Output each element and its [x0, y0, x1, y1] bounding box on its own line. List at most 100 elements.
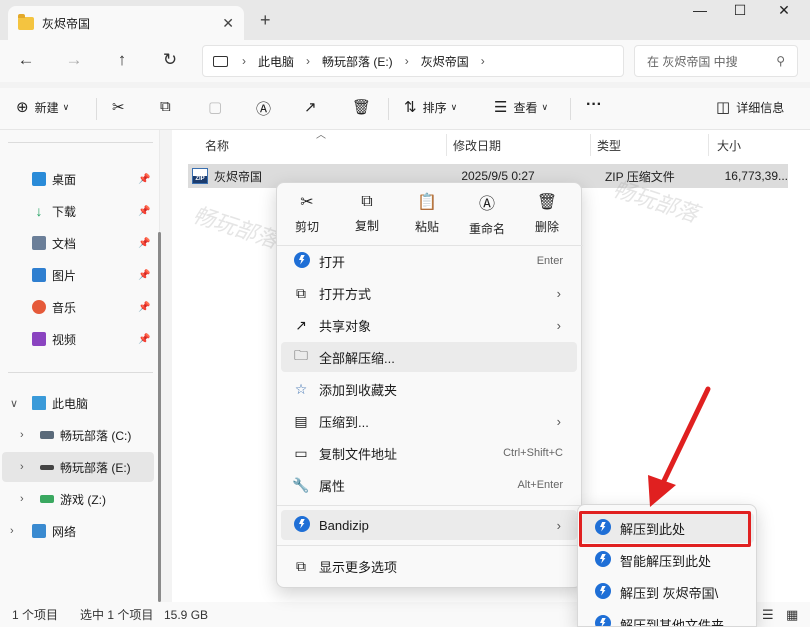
sidebar-item-drive-c[interactable]: › 畅玩部落 (C:): [0, 420, 158, 450]
forward-arrow-icon[interactable]: →: [62, 50, 86, 70]
menu-item-label: Bandizip: [319, 517, 369, 533]
clipboard-icon: 📋: [417, 193, 437, 211]
tab-close-button[interactable]: ✕: [222, 15, 234, 32]
chevron-right-icon[interactable]: ›: [20, 493, 24, 505]
pin-icon[interactable]: 📌: [138, 302, 150, 313]
sidebar-item-drive-z[interactable]: › 游戏 (Z:): [0, 484, 158, 514]
chevron-right-icon[interactable]: ›: [20, 429, 24, 441]
pin-icon[interactable]: 📌: [138, 270, 150, 281]
sidebar-item-desktop[interactable]: 桌面 📌: [0, 164, 158, 194]
details-pane-button[interactable]: ◫ 详细信息: [716, 98, 784, 116]
refresh-icon[interactable]: ↻: [158, 50, 182, 70]
menu-item-label: 复制文件地址: [319, 446, 398, 462]
pin-icon[interactable]: 📌: [138, 334, 150, 345]
cut-button[interactable]: ✂: [112, 98, 131, 116]
sidebar-item-videos[interactable]: 视频 📌: [0, 324, 158, 354]
breadcrumb-drive-e[interactable]: 畅玩部落 (E:): [322, 53, 393, 70]
menu-item-add-favorites[interactable]: ☆ 添加到收藏夹: [281, 374, 577, 404]
maximize-button[interactable]: ☐: [720, 2, 760, 19]
chevron-down-icon: ∨: [450, 101, 458, 112]
video-icon: [32, 332, 46, 346]
list-view-icon[interactable]: ☰: [762, 607, 774, 623]
watermark-text: 畅玩部落: [189, 202, 281, 254]
sidebar-item-downloads[interactable]: ↓ 下载 📌: [0, 196, 158, 226]
sort-button[interactable]: ⇅ 排序 ∨: [404, 98, 457, 116]
tab-active[interactable]: 灰烬帝国 ✕: [8, 6, 244, 40]
menu-item-more-options[interactable]: ⧉ 显示更多选项: [281, 551, 577, 581]
sidebar-item-drive-e[interactable]: › 畅玩部落 (E:): [2, 452, 154, 482]
menu-item-open-with[interactable]: ⧉ 打开方式 ›: [281, 278, 577, 308]
column-divider[interactable]: [590, 134, 591, 156]
view-button[interactable]: ☰ 查看 ∨: [494, 98, 548, 116]
command-bar: ⊕ 新建 ∨ ✂ ⧉ ▢ Ⓐ ↗ 🗑 ⇅ 排序 ∨ ☰ 查看 ∨ ··· ◫ 详…: [0, 88, 810, 130]
column-header-name[interactable]: 名称: [205, 130, 229, 160]
share-icon: ↗: [304, 99, 317, 116]
submenu-item-smart-extract[interactable]: 智能解压到此处: [582, 545, 754, 575]
search-input[interactable]: 在 灰烬帝国 中搜 ⚲: [634, 45, 798, 77]
column-header-size[interactable]: 大小: [717, 130, 741, 160]
copy-path-icon: ▭: [294, 444, 308, 461]
minimize-button[interactable]: —: [680, 2, 720, 18]
menu-item-open[interactable]: 打开 Enter: [281, 246, 577, 276]
context-delete-button[interactable]: 🗑 删除: [517, 183, 577, 243]
delete-button[interactable]: 🗑: [352, 98, 377, 116]
new-button[interactable]: ⊕ 新建 ∨: [16, 98, 69, 116]
chevron-right-icon[interactable]: ›: [10, 525, 14, 537]
menu-item-share[interactable]: ↗ 共享对象 ›: [281, 310, 577, 340]
context-copy-label: 复制: [354, 218, 379, 233]
drive-icon: [40, 464, 54, 470]
menu-shortcut: Enter: [536, 255, 563, 267]
sidebar-scrollbar[interactable]: [158, 232, 161, 602]
context-copy-button[interactable]: ⧉ 复制: [337, 183, 397, 243]
menu-item-properties[interactable]: 🔧 属性 Alt+Enter: [281, 470, 577, 500]
sidebar-item-label: 游戏 (Z:): [60, 492, 106, 507]
breadcrumb-this-pc[interactable]: 此电脑: [258, 53, 294, 70]
rename-button[interactable]: Ⓐ: [256, 98, 277, 119]
menu-item-label: 属性: [319, 478, 346, 494]
menu-item-extract-all[interactable]: 🗀 全部解压缩...: [281, 342, 577, 372]
tab-title: 灰烬帝国: [42, 16, 91, 31]
view-label: 查看: [513, 100, 538, 115]
new-label: 新建: [34, 100, 59, 115]
context-rename-button[interactable]: Ⓐ 重命名: [457, 183, 517, 243]
sidebar-item-music[interactable]: 音乐 📌: [0, 292, 158, 322]
column-divider[interactable]: [446, 134, 447, 156]
menu-item-compress-to[interactable]: ▤ 压缩到... ›: [281, 406, 577, 436]
breadcrumb-separator: ›: [306, 54, 311, 68]
submenu-item-extract-to-folder[interactable]: 解压到 灰烬帝国\: [582, 577, 754, 607]
chevron-right-icon[interactable]: ›: [20, 461, 24, 473]
menu-item-copy-path[interactable]: ▭ 复制文件地址 Ctrl+Shift+C: [281, 438, 577, 468]
up-arrow-icon[interactable]: ↑: [110, 50, 134, 70]
submenu-item-extract-elsewhere[interactable]: 解压到其他文件夹: [582, 609, 754, 626]
paste-button[interactable]: ▢: [208, 98, 228, 116]
column-header-type[interactable]: 类型: [597, 130, 621, 160]
sidebar-item-network[interactable]: › 网络: [0, 516, 158, 546]
pin-icon[interactable]: 📌: [138, 238, 150, 249]
sidebar-item-documents[interactable]: 文档 📌: [0, 228, 158, 258]
drive-icon: [40, 431, 54, 439]
chevron-down-icon[interactable]: ∨: [10, 397, 18, 410]
column-header-modified[interactable]: 修改日期: [453, 130, 501, 160]
context-paste-button[interactable]: 📋 粘贴: [397, 183, 457, 243]
clipboard-icon: ▢: [208, 99, 223, 116]
share-button[interactable]: ↗: [304, 98, 323, 116]
column-divider[interactable]: [708, 134, 709, 156]
menu-shortcut: Ctrl+Shift+C: [503, 447, 563, 459]
pin-icon[interactable]: 📌: [138, 206, 150, 217]
sidebar-item-pictures[interactable]: 图片 📌: [0, 260, 158, 290]
back-arrow-icon[interactable]: ←: [14, 50, 38, 70]
chevron-right-icon: ›: [556, 317, 561, 333]
sidebar-item-this-pc[interactable]: ∨ 此电脑: [0, 388, 158, 418]
address-bar[interactable]: › 此电脑 › 畅玩部落 (E:) › 灰烬帝国 ›: [202, 45, 624, 77]
new-tab-button[interactable]: +: [260, 10, 271, 31]
annotation-arrow-icon: [648, 386, 711, 507]
menu-item-bandizip[interactable]: Bandizip ›: [281, 510, 577, 540]
tiles-view-icon[interactable]: ▦: [786, 607, 798, 623]
context-cut-button[interactable]: ✂ 剪切: [277, 183, 337, 243]
copy-button[interactable]: ⧉: [160, 98, 177, 115]
more-options-button[interactable]: ···: [586, 96, 602, 114]
breadcrumb-folder[interactable]: 灰烬帝国: [421, 53, 469, 70]
pin-icon[interactable]: 📌: [138, 174, 150, 185]
close-window-button[interactable]: ✕: [764, 2, 804, 19]
bandizip-icon: [592, 550, 612, 570]
